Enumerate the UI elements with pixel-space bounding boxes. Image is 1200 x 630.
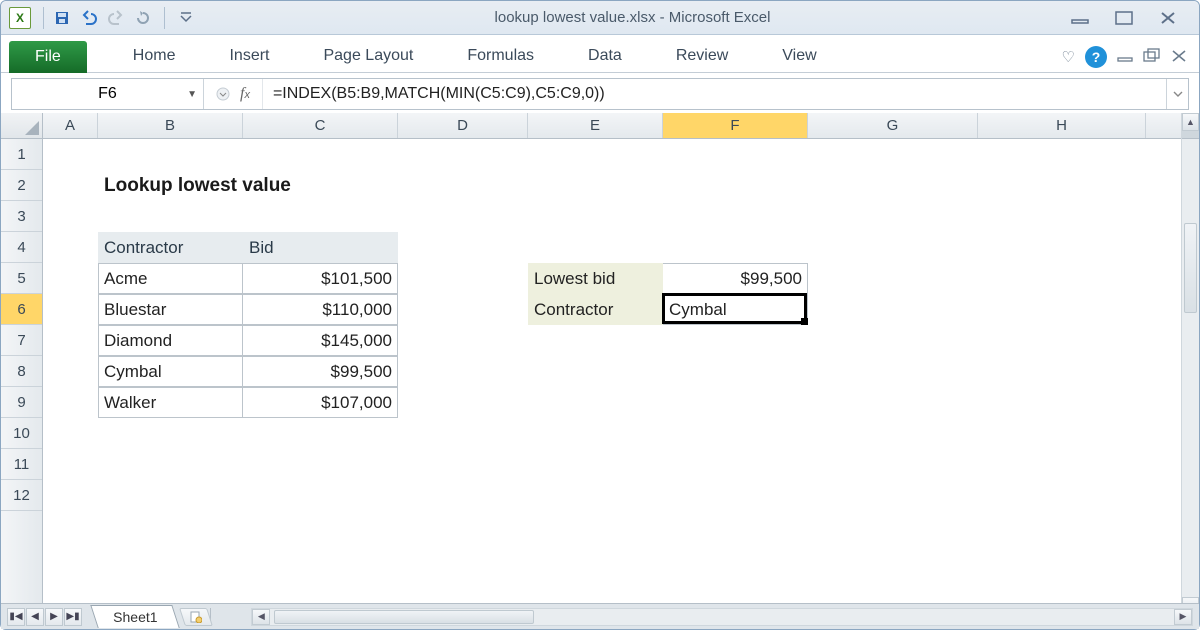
tab-formulas[interactable]: Formulas: [451, 40, 550, 72]
col-header[interactable]: C: [243, 113, 398, 138]
cell[interactable]: $110,000: [243, 294, 398, 325]
app-close-icon[interactable]: [1171, 49, 1187, 66]
col-header[interactable]: B: [98, 113, 243, 138]
row-header[interactable]: 6: [1, 294, 42, 325]
tab-page-layout[interactable]: Page Layout: [307, 40, 429, 72]
cell[interactable]: $145,000: [243, 325, 398, 356]
redo-button[interactable]: [104, 7, 128, 29]
formula-bar: F6▼ fx =INDEX(B5:B9,MATCH(MIN(C5:C9),C5:…: [11, 78, 1189, 110]
tab-review[interactable]: Review: [660, 40, 744, 72]
cell[interactable]: Cymbal: [663, 294, 808, 325]
cell[interactable]: $99,500: [663, 263, 808, 294]
sheet-next-button[interactable]: ▶: [45, 608, 63, 626]
cell[interactable]: Lookup lowest value: [98, 170, 398, 201]
row-header[interactable]: 11: [1, 449, 42, 480]
row-header[interactable]: 5: [1, 263, 42, 294]
vertical-scrollbar[interactable]: ▲ ▼: [1181, 113, 1199, 615]
col-header[interactable]: E: [528, 113, 663, 138]
qat-customize[interactable]: [174, 7, 198, 29]
file-tab[interactable]: File: [9, 41, 87, 73]
title-bar: X lookup lowest value.xlsx - Microsoft E…: [1, 1, 1199, 35]
name-box[interactable]: F6▼: [12, 79, 204, 109]
scroll-thumb[interactable]: [1184, 223, 1197, 313]
chevron-down-icon[interactable]: ▼: [187, 89, 197, 100]
row-header[interactable]: 9: [1, 387, 42, 418]
row-header[interactable]: 3: [1, 201, 42, 232]
formula-expand[interactable]: [1166, 79, 1188, 109]
ribbon-tabs: File Home Insert Page Layout Formulas Da…: [1, 35, 1199, 73]
hscroll-thumb[interactable]: [274, 610, 534, 624]
fx-dropdown-icon[interactable]: [216, 87, 230, 101]
minimize-button[interactable]: [1067, 9, 1093, 27]
sheet-last-button[interactable]: ▶▮: [64, 608, 82, 626]
window-title: lookup lowest value.xlsx - Microsoft Exc…: [198, 9, 1067, 26]
help-button[interactable]: ?: [1085, 46, 1107, 68]
row-header[interactable]: 4: [1, 232, 42, 263]
tab-data[interactable]: Data: [572, 40, 638, 72]
col-header[interactable]: A: [43, 113, 98, 138]
sheet-prev-button[interactable]: ◀: [26, 608, 44, 626]
col-header[interactable]: F: [663, 113, 808, 138]
cell[interactable]: Contractor: [528, 294, 663, 325]
undo-button[interactable]: [77, 7, 101, 29]
formula-input[interactable]: =INDEX(B5:B9,MATCH(MIN(C5:C9),C5:C9,0)): [263, 85, 1166, 103]
col-header[interactable]: H: [978, 113, 1146, 138]
cell[interactable]: $101,500: [243, 263, 398, 294]
row-header[interactable]: 1: [1, 139, 42, 170]
quick-access-toolbar: [50, 7, 198, 29]
cell[interactable]: Walker: [98, 387, 243, 418]
column-headers: ABCDEFGH: [1, 113, 1181, 139]
sheet-tab[interactable]: Sheet1: [90, 605, 180, 628]
col-header[interactable]: G: [808, 113, 978, 138]
cell[interactable]: Cymbal: [98, 356, 243, 387]
cell[interactable]: Bid: [243, 232, 398, 263]
new-sheet-button[interactable]: [179, 608, 213, 626]
scroll-left-button[interactable]: ◀: [252, 609, 270, 625]
sheet-tab-bar: ▮◀ ◀ ▶ ▶▮ Sheet1 ◀ ▶: [1, 603, 1199, 629]
row-header[interactable]: 12: [1, 480, 42, 511]
excel-icon: X: [9, 7, 31, 29]
col-header[interactable]: D: [398, 113, 528, 138]
tab-home[interactable]: Home: [117, 40, 192, 72]
row-header[interactable]: 7: [1, 325, 42, 356]
cells-area[interactable]: Lookup lowest valueContractorBidAcme$101…: [43, 139, 1181, 615]
repeat-button[interactable]: [131, 7, 155, 29]
scroll-up-button[interactable]: ▲: [1182, 113, 1199, 131]
tab-insert[interactable]: Insert: [213, 40, 285, 72]
spreadsheet-grid: ABCDEFGH 123456789101112 Lookup lowest v…: [1, 113, 1199, 615]
row-header[interactable]: 10: [1, 418, 42, 449]
cell[interactable]: Diamond: [98, 325, 243, 356]
window-controls: [1067, 9, 1191, 27]
sheet-first-button[interactable]: ▮◀: [7, 608, 25, 626]
cell[interactable]: $107,000: [243, 387, 398, 418]
split-handle[interactable]: [1182, 131, 1199, 139]
sheet-nav: ▮◀ ◀ ▶ ▶▮: [1, 608, 88, 626]
close-button[interactable]: [1155, 9, 1181, 27]
save-button[interactable]: [50, 7, 74, 29]
tab-view[interactable]: View: [766, 40, 832, 72]
cell[interactable]: Bluestar: [98, 294, 243, 325]
ribbon-minimize-icon[interactable]: ♡: [1062, 48, 1075, 66]
fx-zone: fx: [204, 79, 263, 109]
cell[interactable]: $99,500: [243, 356, 398, 387]
horizontal-scrollbar[interactable]: ◀ ▶: [251, 608, 1193, 626]
row-headers: 123456789101112: [1, 139, 43, 615]
maximize-button[interactable]: [1111, 9, 1137, 27]
cell[interactable]: Lowest bid: [528, 263, 663, 294]
row-header[interactable]: 2: [1, 170, 42, 201]
app-restore-icon[interactable]: [1143, 48, 1161, 66]
select-all-corner[interactable]: [1, 113, 43, 139]
scroll-right-button[interactable]: ▶: [1174, 609, 1192, 625]
cell[interactable]: Acme: [98, 263, 243, 294]
cell[interactable]: Contractor: [98, 232, 243, 263]
app-minimize-icon[interactable]: [1117, 49, 1133, 66]
row-header[interactable]: 8: [1, 356, 42, 387]
fx-icon[interactable]: fx: [240, 85, 250, 103]
